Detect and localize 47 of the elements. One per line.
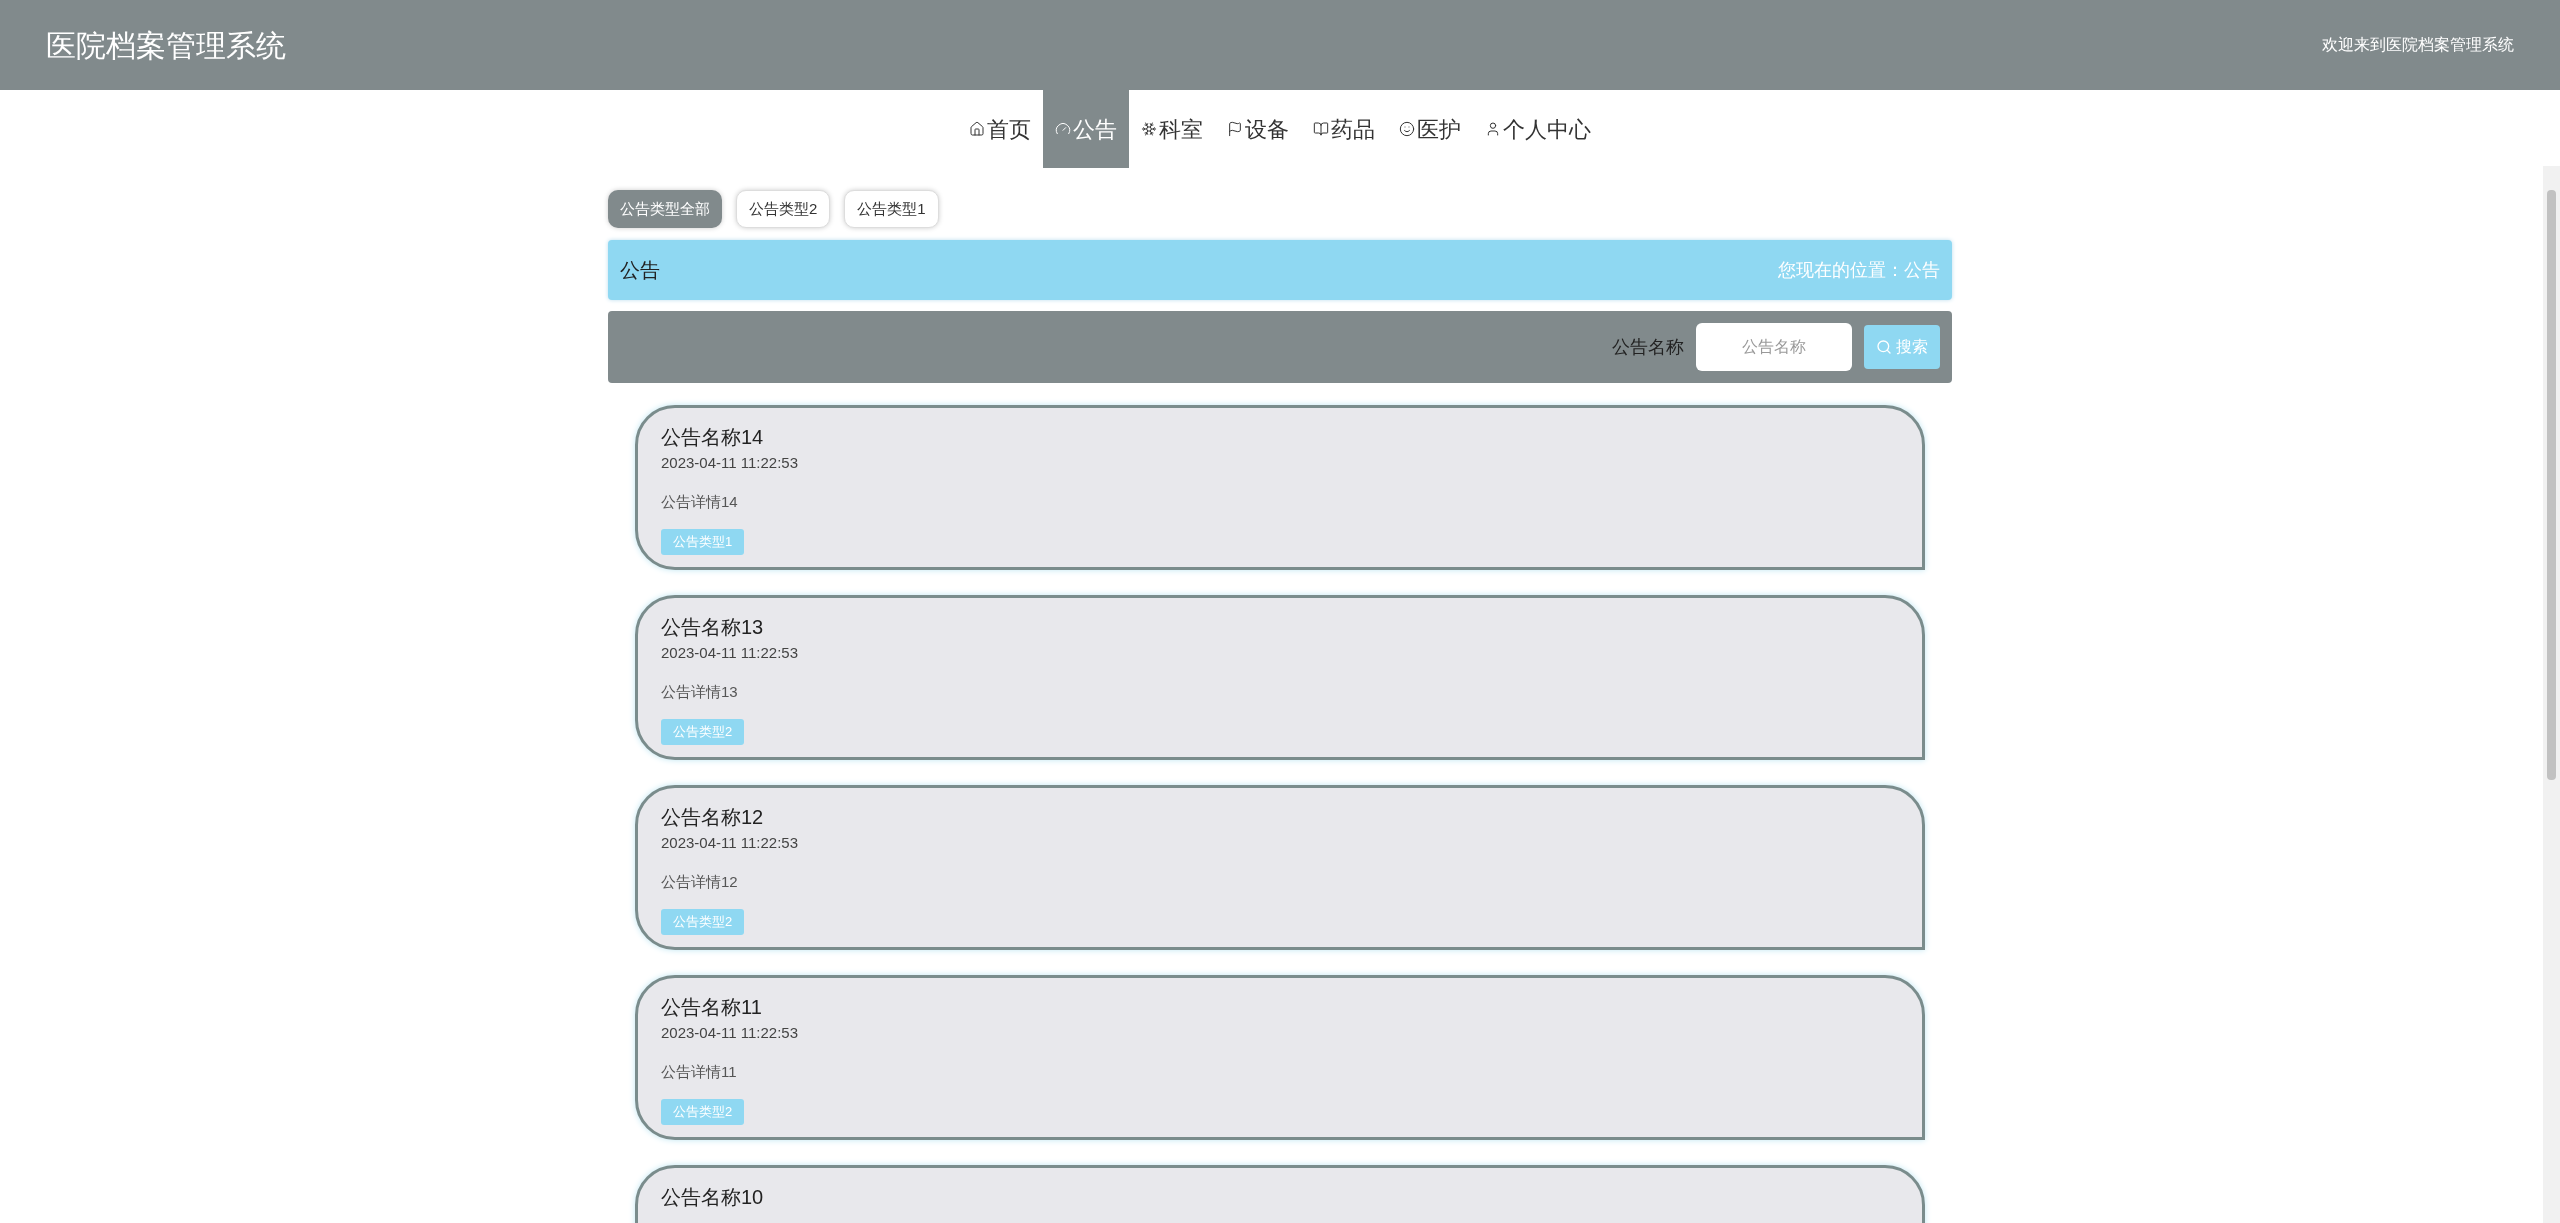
notice-title: 公告名称12	[661, 805, 765, 830]
section-title: 公告	[620, 258, 660, 283]
nav-item[interactable]: 公告	[1043, 90, 1129, 168]
notice-tag: 公告类型2	[661, 719, 745, 745]
home-icon	[969, 121, 985, 137]
site-title: 医院档案管理系统	[46, 27, 286, 64]
notice-title: 公告名称13	[661, 615, 765, 640]
scrollbar[interactable]	[2543, 166, 2560, 1223]
smile-icon	[1399, 121, 1415, 137]
nav-item[interactable]: 科室	[1129, 90, 1215, 168]
notice-detail: 公告详情13	[661, 681, 739, 702]
snowflake-icon	[1141, 121, 1157, 137]
flag-icon	[1227, 121, 1243, 137]
notice-card[interactable]: 公告名称12 2023-04-11 11:22:53 公告详情12 公告类型2	[635, 785, 1925, 950]
notice-detail: 公告详情12	[661, 871, 739, 892]
location-text: 您现在的位置：公告	[1778, 258, 1940, 282]
notice-card[interactable]: 公告名称13 2023-04-11 11:22:53 公告详情13 公告类型2	[635, 595, 1925, 760]
nav-item[interactable]: 首页	[957, 90, 1043, 168]
filter-tab[interactable]: 公告类型2	[736, 190, 831, 228]
book-icon	[1313, 121, 1329, 137]
search-icon	[1876, 339, 1892, 355]
notice-time: 2023-04-11 11:22:53	[661, 453, 800, 473]
notice-tag: 公告类型2	[661, 909, 745, 935]
notice-card[interactable]: 公告名称14 2023-04-11 11:22:53 公告详情14 公告类型1	[635, 405, 1925, 570]
search-field[interactable]: 公告名称	[1696, 323, 1852, 371]
notice-title: 公告名称11	[661, 995, 763, 1020]
nav-item[interactable]: 药品	[1301, 90, 1387, 168]
nav-item[interactable]: 设备	[1215, 90, 1301, 168]
welcome-text: 欢迎来到医院档案管理系统	[2322, 35, 2514, 55]
notice-title: 公告名称10	[661, 1185, 765, 1210]
notice-time: 2023-04-11 11:22:53	[661, 1023, 800, 1043]
notice-card[interactable]: 公告名称10	[635, 1165, 1925, 1223]
notice-card[interactable]: 公告名称11 2023-04-11 11:22:53 公告详情11 公告类型2	[635, 975, 1925, 1140]
notice-time: 2023-04-11 11:22:53	[661, 833, 800, 853]
filter-tab[interactable]: 公告类型全部	[608, 190, 722, 228]
user-icon	[1485, 121, 1501, 137]
notice-title: 公告名称14	[661, 425, 765, 450]
notice-tag: 公告类型2	[661, 1099, 745, 1125]
search-label: 公告名称	[1612, 335, 1684, 359]
gauge-icon	[1055, 121, 1071, 137]
notice-time: 2023-04-11 11:22:53	[661, 643, 800, 663]
filter-tab[interactable]: 公告类型1	[844, 190, 939, 228]
nav-item[interactable]: 医护	[1387, 90, 1473, 168]
notice-detail: 公告详情14	[661, 491, 739, 512]
nav-item[interactable]: 个人中心	[1473, 90, 1603, 168]
notice-tag: 公告类型1	[661, 529, 745, 555]
notice-detail: 公告详情11	[661, 1061, 738, 1082]
